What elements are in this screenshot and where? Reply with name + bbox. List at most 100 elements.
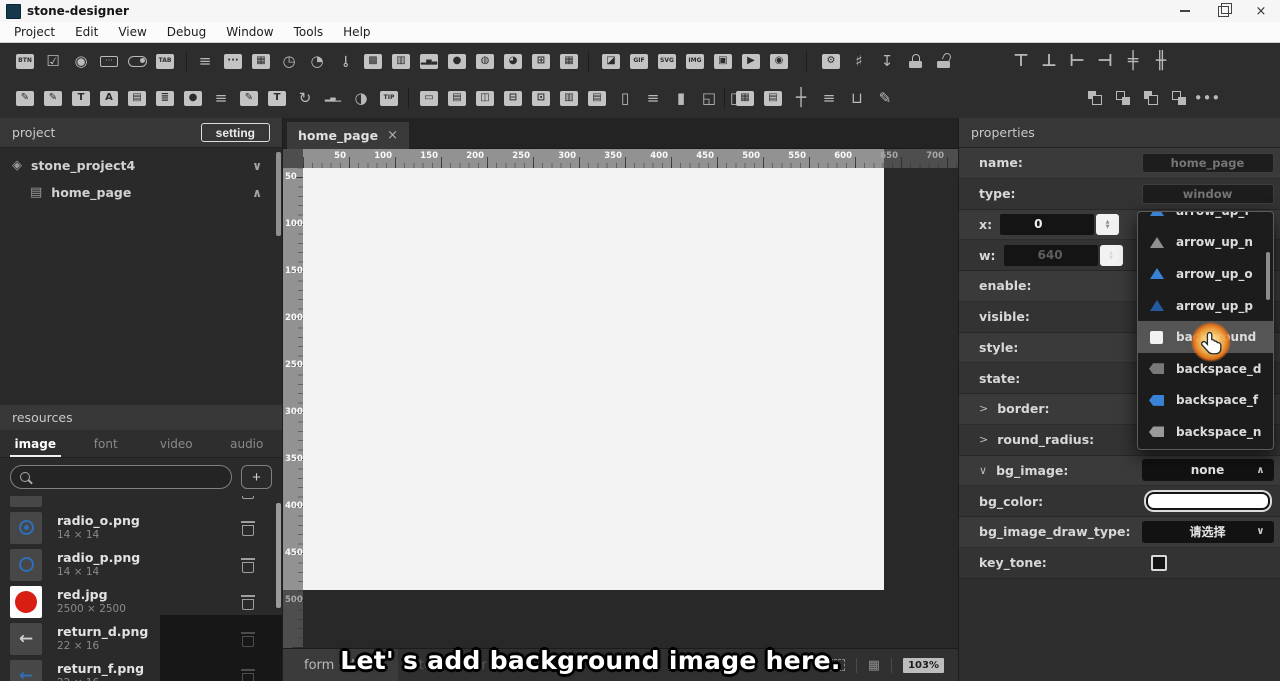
menu-list-widget-button[interactable]: ≡ <box>816 85 842 111</box>
dropdown-item-backspace_d[interactable]: backspace_d <box>1138 353 1273 385</box>
expander-icon[interactable]: ∨ <box>979 464 987 477</box>
align-bottom-button-button[interactable]: ⊥ <box>1036 48 1062 74</box>
image-stack-widget-button[interactable]: ▣ <box>710 48 736 74</box>
align-right-button-button[interactable]: ⊣ <box>1092 48 1118 74</box>
spinner-buttons[interactable]: ▲▼ <box>1100 245 1123 266</box>
more-button-button[interactable]: ••• <box>1194 85 1220 111</box>
close-button[interactable]: × <box>1242 0 1280 22</box>
dropdown-item-arrow_up_f[interactable]: arrow_up_f <box>1138 211 1273 227</box>
window-widget-button[interactable]: ▭ <box>416 85 442 111</box>
align-top-button-button[interactable]: ⊤ <box>1008 48 1034 74</box>
resource-tab-font[interactable]: font <box>71 430 142 457</box>
calendar-widget-button[interactable]: ▦ <box>248 48 274 74</box>
dropdown-item-backspace_f[interactable]: backspace_f <box>1138 385 1273 417</box>
menu-help[interactable]: Help <box>333 23 380 41</box>
image-widget-button[interactable]: ◪ <box>598 48 624 74</box>
align-center-v-button-button[interactable]: ╫ <box>1148 48 1174 74</box>
bar-chart-widget-button[interactable]: ▂▅▃ <box>416 48 442 74</box>
tree-item-home_page[interactable]: ▤home_page∧ <box>0 179 274 206</box>
menu-view[interactable]: View <box>108 23 156 41</box>
edit-widget-button[interactable]: ✎ <box>12 85 38 111</box>
add-resource-button[interactable]: + <box>241 465 272 489</box>
send-backward-button-button[interactable] <box>1110 85 1136 111</box>
menu-tools[interactable]: Tools <box>284 23 334 41</box>
small-list-widget-button[interactable]: ≡ <box>640 85 666 111</box>
image-list-scrollbar[interactable] <box>276 503 281 608</box>
dropdown-item-arrow_up_o[interactable]: arrow_up_o <box>1138 258 1273 290</box>
circle-image-widget-button[interactable]: ● <box>444 48 470 74</box>
lock-button[interactable] <box>902 48 928 74</box>
toggle-widget-button[interactable] <box>124 48 150 74</box>
menu-project[interactable]: Project <box>4 23 65 41</box>
resource-config-button[interactable]: ⚙ <box>818 48 844 74</box>
vertical-sliders-button[interactable]: ♯ <box>846 48 872 74</box>
screen-in-widget-button[interactable]: ◱ <box>696 85 722 111</box>
dropdown-item-arrow_up_p[interactable]: arrow_up_p <box>1138 290 1273 322</box>
property-checkbox[interactable] <box>1151 555 1167 571</box>
align-center-h-button-button[interactable]: ╪ <box>1120 48 1146 74</box>
expander-icon[interactable]: > <box>979 402 988 415</box>
bring-forward-button-button[interactable] <box>1082 85 1108 111</box>
delete-image-button[interactable] <box>240 520 256 536</box>
rich-edit-widget-button[interactable]: ✎ <box>40 85 66 111</box>
columns-widget-button[interactable]: ▥ <box>556 85 582 111</box>
image-item-radio_o.png[interactable]: radio_o.png14 × 14 <box>0 509 275 546</box>
barcode-widget-button[interactable]: ▥ <box>388 48 414 74</box>
minimize-button[interactable] <box>1166 0 1204 22</box>
tab-widget-button[interactable]: TAB <box>152 48 178 74</box>
note-edit-widget-button[interactable]: ✎ <box>236 85 262 111</box>
property-value-input[interactable]: home_page <box>1142 153 1274 173</box>
property-select[interactable]: 请选择∨ <box>1142 521 1274 543</box>
row-list-widget-button[interactable]: ▤ <box>584 85 610 111</box>
stepper-widget-button[interactable]: ··· <box>220 48 246 74</box>
property-value-input[interactable]: 0 <box>1000 214 1094 235</box>
button-widget-button[interactable]: BTN <box>12 48 38 74</box>
ellipse-widget-button[interactable]: ● <box>180 85 206 111</box>
unlock-button[interactable] <box>930 48 956 74</box>
bullet-list-widget-button[interactable]: ≡ <box>208 85 234 111</box>
text-area-widget-button[interactable]: A <box>96 85 122 111</box>
restore-button[interactable] <box>1204 0 1242 22</box>
split-view-widget-button[interactable]: ◫ <box>472 85 498 111</box>
radio-widget-button[interactable]: ◉ <box>68 48 94 74</box>
clock-widget-button[interactable]: ◷ <box>276 48 302 74</box>
tree-item-stone_project4[interactable]: ◈stone_project4∨ <box>0 152 274 179</box>
text-label-widget-button[interactable]: T <box>68 85 94 111</box>
spinner-buttons[interactable]: ▲▼ <box>1096 214 1119 235</box>
image-item-partial[interactable]: 14 × 14 <box>0 496 275 509</box>
mini-chart-widget-button[interactable]: ▂▄▁ <box>320 85 346 111</box>
gauge-widget-button[interactable]: ◔ <box>304 48 330 74</box>
property-select[interactable]: none∧ <box>1142 459 1274 481</box>
move-widget-button[interactable]: ┼ <box>788 85 814 111</box>
clipboard-list-widget-button[interactable]: ▤ <box>760 85 786 111</box>
video-widget-button[interactable]: ▶ <box>738 48 764 74</box>
grid-widget-button[interactable]: ▦ <box>556 48 582 74</box>
resource-tab-image[interactable]: image <box>0 430 71 457</box>
dither-image-widget-button[interactable]: ◍ <box>472 48 498 74</box>
panel-bottom-widget-button[interactable]: ⊟ <box>500 85 526 111</box>
image-blue-widget-button[interactable]: IMG <box>682 48 708 74</box>
delete-image-button[interactable] <box>240 594 256 610</box>
format-brush-widget-button[interactable]: ✎ <box>872 85 898 111</box>
rotate-text-widget-button[interactable]: ↻ <box>292 85 318 111</box>
cd-image-widget-button[interactable]: ◉ <box>766 48 792 74</box>
chevron-icon[interactable]: ∧ <box>252 186 262 200</box>
menu-debug[interactable]: Debug <box>157 23 216 41</box>
list-widget-button[interactable]: ≣ <box>152 85 178 111</box>
gif-image-widget-button[interactable]: GIF <box>626 48 652 74</box>
tab-close-icon[interactable]: × <box>387 128 398 143</box>
tree-scrollbar[interactable] <box>276 152 281 236</box>
property-value-input[interactable]: 640 <box>1004 245 1098 266</box>
setting-button[interactable]: setting <box>201 123 270 142</box>
property-value-input[interactable]: window <box>1142 184 1274 204</box>
image-item-radio_p.png[interactable]: radio_p.png14 × 14 <box>0 546 275 583</box>
expander-icon[interactable]: > <box>979 433 988 446</box>
title-text-widget-button[interactable]: T <box>264 85 290 111</box>
vscrollbar2-widget-button[interactable]: ▮ <box>668 85 694 111</box>
delete-image-button[interactable] <box>240 496 256 499</box>
crop-widget-button[interactable]: ⊔ <box>844 85 870 111</box>
align-left-button-button[interactable]: ⊢ <box>1064 48 1090 74</box>
thermometer-widget-button[interactable]: ⊸ <box>332 48 358 74</box>
dropdown-item-arrow_up_n[interactable]: arrow_up_n <box>1138 227 1273 259</box>
sliders-widget-button[interactable]: ≡ <box>192 48 218 74</box>
